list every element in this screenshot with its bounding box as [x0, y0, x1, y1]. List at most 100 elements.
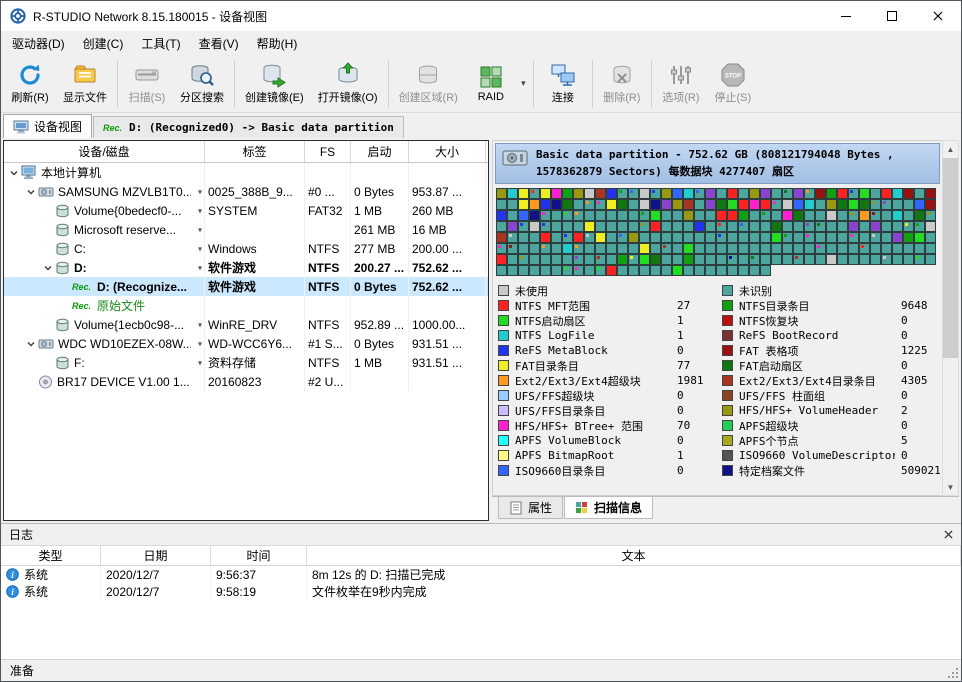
scan-block [672, 221, 683, 232]
chevron-down-icon [24, 339, 38, 349]
svg-text:Rec.: Rec. [72, 301, 91, 311]
row-dropdown-icon[interactable]: ▾ [198, 244, 202, 253]
tree-row[interactable]: Volume{0bedecf0-...▾SYSTEMFAT321 MB260 M… [4, 201, 488, 220]
row-dropdown-icon[interactable]: ▾ [198, 263, 202, 272]
scan-block [848, 243, 859, 254]
tree-row[interactable]: C:▾WindowsNTFS277 MB200.00 ... [4, 239, 488, 258]
tree-column-header[interactable]: 大小 [409, 141, 486, 162]
delete-icon [609, 62, 635, 88]
tree-row[interactable]: Rec.原始文件 [4, 296, 488, 315]
legend-swatch [722, 360, 733, 371]
scan-block [628, 232, 639, 243]
tree-row[interactable]: Volume{1ecb0c98-...▾WinRE_DRVNTFS952.89 … [4, 315, 488, 334]
device-name: 本地计算机 [41, 164, 101, 181]
log-column-header[interactable]: 类型 [1, 546, 101, 566]
scan-block [804, 188, 815, 199]
tree-row[interactable]: SAMSUNG MZVLB1T0...▾0025_388B_9...#0 ...… [4, 182, 488, 201]
toolbar-create-image-button[interactable]: 创建镜像(E) [238, 57, 311, 111]
tree-row[interactable]: BR17 DEVICE V1.00 1...20160823#2 U... [4, 372, 488, 391]
row-dropdown-icon[interactable]: ▾ [198, 206, 202, 215]
device-name: SAMSUNG MZVLB1T0... [58, 185, 191, 199]
tree-column-header[interactable]: 启动 [351, 141, 409, 162]
partition-icon [55, 356, 70, 370]
device-cell: D:▾ [4, 258, 205, 277]
log-row[interactable]: i系统2020/12/79:58:19文件枚举在9秒内完成 [1, 583, 961, 600]
legend-swatch [498, 360, 509, 371]
legend-label: APFS超级块 [739, 418, 895, 434]
row-dropdown-icon[interactable]: ▾ [198, 187, 202, 196]
device-name: F: [74, 356, 85, 370]
close-button[interactable] [915, 1, 961, 31]
log-close-icon[interactable] [944, 530, 953, 539]
scrollbar-thumb[interactable] [943, 158, 958, 358]
row-dropdown-icon[interactable]: ▾ [198, 225, 202, 234]
toolbar-delete-button[interactable]: 删除(R) [596, 57, 648, 111]
tree-column-header[interactable]: 标签 [205, 141, 305, 162]
tree-row[interactable]: Rec.D: (Recognize...软件游戏NTFS0 Bytes752.6… [4, 277, 488, 296]
log-column-header[interactable]: 时间 [211, 546, 307, 566]
toolbar-refresh-button[interactable]: 刷新(R) [4, 57, 56, 111]
toolbar-options-button[interactable]: 选项(R) [655, 57, 707, 111]
toolbar-stop-button[interactable]: STOP停止(S) [707, 57, 759, 111]
legend-item: UFS/FFS超级块0 [498, 388, 722, 403]
scan-block [848, 199, 859, 210]
menu-item[interactable]: 帮助(H) [248, 31, 307, 56]
fs-cell: #2 U... [305, 372, 351, 391]
menu-item[interactable]: 查看(V) [190, 31, 248, 56]
tab-properties[interactable]: 属性 [498, 497, 563, 519]
menu-item[interactable]: 驱动器(D) [3, 31, 74, 56]
scrollbar-track[interactable] [943, 157, 958, 479]
log-column-header[interactable]: 文本 [307, 546, 961, 566]
label-cell: WinRE_DRV [205, 315, 305, 334]
size-cell: 931.51 ... [409, 353, 486, 372]
toolbar-separator [592, 60, 593, 108]
log-column-header[interactable]: 日期 [101, 546, 211, 566]
log-row[interactable]: i系统2020/12/79:56:378m 12s 的 D: 扫描已完成 [1, 566, 961, 583]
toolbar-raid-button[interactable]: RAID [465, 57, 517, 111]
row-dropdown-icon[interactable]: ▾ [198, 339, 202, 348]
tree-row[interactable]: WDC WD10EZEX-08W...▾WD-WCC6Y6...#1 S...0… [4, 334, 488, 353]
right-panel-scrollbar[interactable]: ▲ ▼ [942, 140, 959, 496]
tree-column-header[interactable]: FS [305, 141, 351, 162]
toolbar-open-image-button[interactable]: 打开镜像(O) [311, 57, 385, 111]
titlebar[interactable]: R-STUDIO Network 8.15.180015 - 设备视图 [1, 1, 961, 31]
tab-scan-info[interactable]: 扫描信息 [564, 497, 653, 519]
legend-label: Ext2/Ext3/Ext4超级块 [515, 373, 671, 389]
maximize-icon [887, 11, 897, 21]
scroll-down-icon[interactable]: ▼ [943, 479, 958, 495]
maximize-button[interactable] [869, 1, 915, 31]
device-cell: Volume{0bedecf0-...▾ [4, 201, 205, 220]
toolbar-show-files-button[interactable]: 显示文件 [56, 57, 114, 111]
menu-item[interactable]: 创建(C) [74, 31, 133, 56]
tree-row[interactable]: Microsoft reserve...▾261 MB16 MB [4, 220, 488, 239]
row-dropdown-icon[interactable]: ▾ [198, 358, 202, 367]
raid-dropdown-icon[interactable]: ▾ [517, 57, 530, 111]
toolbar-scan-button[interactable]: 扫描(S) [121, 57, 173, 111]
scan-block [595, 243, 606, 254]
scan-block [584, 265, 595, 276]
minimize-button[interactable] [823, 1, 869, 31]
scan-block [496, 210, 507, 221]
tree-row[interactable]: D:▾软件游戏NTFS200.27 ...752.62 ... [4, 258, 488, 277]
toolbar-connect-button[interactable]: 连接 [537, 57, 589, 111]
resize-grip[interactable] [946, 666, 958, 678]
log-title: 日志 [9, 526, 33, 543]
scan-block [705, 232, 716, 243]
tab-rec[interactable]: Rec.D: (Recognized0) -> Basic data parti… [93, 116, 404, 138]
scan-block [716, 243, 727, 254]
scroll-up-icon[interactable]: ▲ [943, 141, 958, 157]
size-cell: 752.62 ... [409, 258, 486, 277]
tree-row[interactable]: F:▾资料存储NTFS1 MB931.51 ... [4, 353, 488, 372]
scan-block [650, 221, 661, 232]
toolbar-create-region-button[interactable]: 创建区域(R) [392, 57, 465, 111]
tab-device-view[interactable]: 设备视图 [3, 114, 92, 138]
scan-blocks-grid[interactable] [496, 188, 937, 276]
label-cell: 软件游戏 [205, 277, 305, 296]
legend-item: NTFS MFT范围27 [498, 298, 722, 313]
tree-column-header[interactable]: 设备/磁盘 [4, 141, 205, 162]
row-dropdown-icon[interactable]: ▾ [198, 320, 202, 329]
tree-row[interactable]: 本地计算机 [4, 163, 488, 182]
scan-block [606, 199, 617, 210]
menu-item[interactable]: 工具(T) [132, 31, 189, 56]
toolbar-partition-search-button[interactable]: 分区搜索 [173, 57, 231, 111]
